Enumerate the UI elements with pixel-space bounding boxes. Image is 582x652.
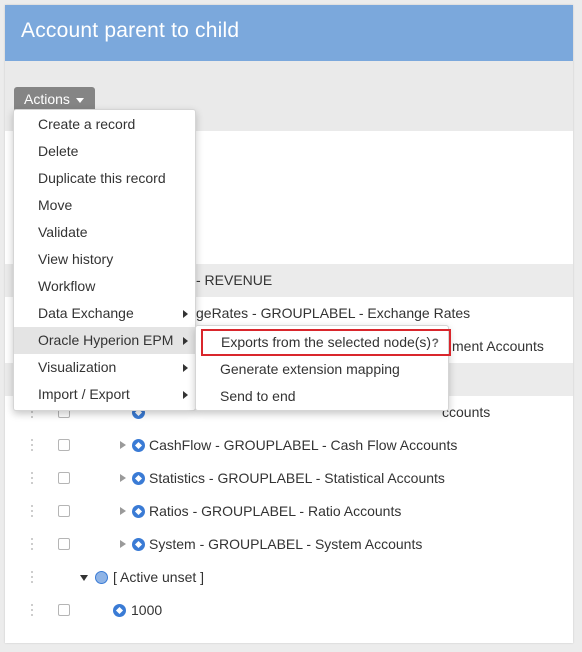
node-icon	[132, 439, 145, 452]
row-checkbox[interactable]	[58, 505, 70, 517]
drag-handle-icon[interactable]	[29, 604, 35, 618]
help-icon[interactable]: ?	[432, 332, 439, 355]
menu-item-label: Create a record	[38, 116, 136, 132]
tree-row[interactable]: [ Active unset ]	[5, 561, 573, 594]
menu-item-delete[interactable]: Delete	[14, 138, 195, 165]
tree-row-label: [ Active unset ]	[113, 569, 205, 585]
menu-item-view-history[interactable]: View history	[14, 246, 195, 273]
expand-icon[interactable]	[120, 474, 126, 482]
actions-button-label: Actions	[24, 91, 70, 107]
tree-row-label: System - GROUPLABEL - System Accounts	[149, 536, 423, 552]
menu-item-label: Validate	[38, 224, 88, 240]
menu-item-validate[interactable]: Validate	[14, 219, 195, 246]
tree-row-label: 1000	[131, 602, 163, 618]
menu-item-create-record[interactable]: Create a record	[14, 111, 195, 138]
submenu-item-generate-extension-mapping[interactable]: Generate extension mapping	[196, 356, 448, 383]
menu-item-label: Workflow	[38, 278, 96, 294]
menu-item-label: Oracle Hyperion EPM	[38, 332, 174, 348]
node-icon	[132, 472, 145, 485]
chevron-right-icon	[183, 310, 188, 318]
submenu-item-label: Send to end	[220, 388, 296, 404]
expand-icon[interactable]	[120, 441, 126, 449]
menu-item-label: Data Exchange	[38, 305, 134, 321]
tree-row[interactable]: System - GROUPLABEL - System Accounts	[5, 528, 573, 561]
chevron-right-icon	[183, 337, 188, 345]
menu-item-label: Duplicate this record	[38, 170, 166, 186]
menu-item-label: View history	[38, 251, 114, 267]
menu-item-label: Move	[38, 197, 73, 213]
expand-icon[interactable]	[120, 540, 126, 548]
group-node-icon	[95, 571, 108, 584]
tree-row-label: CashFlow - GROUPLABEL - Cash Flow Accoun…	[149, 437, 458, 453]
menu-item-label: Import / Export	[38, 386, 130, 402]
drag-handle-icon[interactable]	[29, 505, 35, 519]
actions-menu: Create a record Delete Duplicate this re…	[13, 109, 196, 411]
tree-row-label: - REVENUE	[196, 272, 273, 288]
page-title: Account parent to child	[5, 5, 573, 61]
tree-row[interactable]: Ratios - GROUPLABEL - Ratio Accounts	[5, 495, 573, 528]
menu-item-label: Visualization	[38, 359, 117, 375]
chevron-right-icon	[183, 364, 188, 372]
submenu-item-label: Generate extension mapping	[220, 361, 400, 377]
hyperion-submenu: Exports from the selected node(s) ? Gene…	[195, 325, 451, 411]
submenu-item-send-to-end[interactable]: Send to end	[196, 383, 448, 410]
menu-item-workflow[interactable]: Workflow	[14, 273, 195, 300]
menu-item-move[interactable]: Move	[14, 192, 195, 219]
caret-down-icon	[75, 97, 84, 103]
menu-item-import-export[interactable]: Import / Export	[14, 381, 195, 408]
tree-row-label: Ratios - GROUPLABEL - Ratio Accounts	[149, 503, 402, 519]
drag-handle-icon[interactable]	[29, 571, 35, 585]
menu-item-oracle-hyperion-epm[interactable]: Oracle Hyperion EPM	[14, 327, 195, 354]
menu-item-label: Delete	[38, 143, 79, 159]
menu-item-visualization[interactable]: Visualization	[14, 354, 195, 381]
row-checkbox[interactable]	[58, 604, 70, 616]
tree-row-label: ccounts	[442, 404, 491, 420]
tree-row[interactable]: Statistics - GROUPLABEL - Statistical Ac…	[5, 462, 573, 495]
row-checkbox[interactable]	[58, 538, 70, 550]
node-icon	[113, 604, 126, 617]
submenu-item-label: Exports from the selected node(s)	[221, 334, 432, 350]
tree-row-label: ment Accounts	[452, 338, 544, 354]
submenu-item-exports-selected-nodes[interactable]: Exports from the selected node(s) ?	[201, 329, 451, 356]
drag-handle-icon[interactable]	[29, 538, 35, 552]
menu-item-data-exchange[interactable]: Data Exchange	[14, 300, 195, 327]
tree-row[interactable]: 1000	[5, 594, 573, 627]
row-checkbox[interactable]	[58, 439, 70, 451]
drag-handle-icon[interactable]	[29, 472, 35, 486]
expand-icon[interactable]	[120, 507, 126, 515]
row-checkbox[interactable]	[58, 472, 70, 484]
drag-handle-icon[interactable]	[29, 439, 35, 453]
tree-row[interactable]: CashFlow - GROUPLABEL - Cash Flow Accoun…	[5, 429, 573, 462]
node-icon	[132, 505, 145, 518]
node-icon	[132, 538, 145, 551]
chevron-right-icon	[183, 391, 188, 399]
tree-row-label: Statistics - GROUPLABEL - Statistical Ac…	[149, 470, 445, 486]
menu-item-duplicate[interactable]: Duplicate this record	[14, 165, 195, 192]
collapse-icon[interactable]	[80, 575, 88, 581]
